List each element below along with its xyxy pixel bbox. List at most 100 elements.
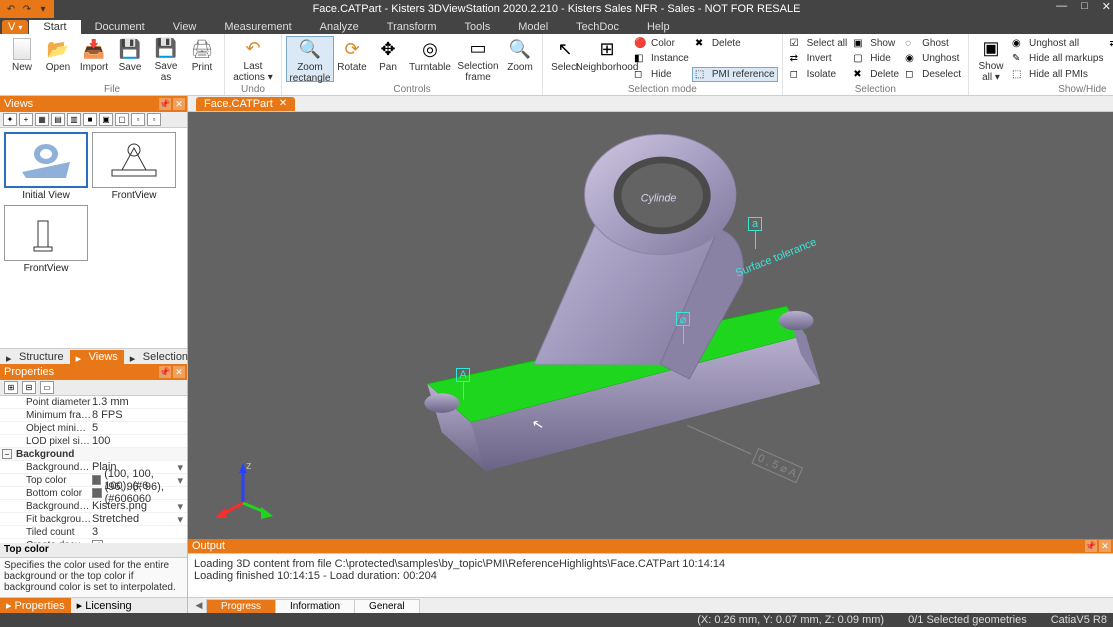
ribbon-tab-techdoc[interactable]: TechDoc [562,20,633,34]
invert-sel[interactable]: ⇄Invert [787,51,851,66]
pmi-flag[interactable]: A [456,368,470,400]
select-button[interactable]: ↖Select [547,36,583,82]
pin-icon[interactable]: 📌 [159,366,171,378]
show-all-button[interactable]: ▣Show all ▾ [973,36,1009,82]
unghost-all[interactable]: ◉Unghost all [1009,36,1106,51]
views-tbtn[interactable]: ▣ [99,113,113,126]
pmi-flag[interactable]: a [748,217,762,249]
view-thumb[interactable]: FrontView [4,205,88,274]
rotate-button[interactable]: ⟳Rotate [334,36,370,82]
deselect[interactable]: ◻Deselect [902,67,964,82]
ribbon-tab-tools[interactable]: Tools [451,20,505,34]
property-row[interactable]: −Background [0,448,187,461]
view-thumb[interactable]: FrontView [92,132,176,201]
qat-more-icon[interactable]: ▾ [36,2,50,16]
bottom-tab-properties[interactable]: ▸ Properties [0,598,71,613]
selection-frame-button[interactable]: ▭Selection frame [454,36,502,82]
scroll-left-icon[interactable]: ◀ [192,600,206,611]
properties-panel-header[interactable]: Properties 📌✕ [0,364,187,380]
hide-all-pmis[interactable]: ⬚Hide all PMIs [1009,67,1106,82]
ghost[interactable]: ◌Ghost [902,36,964,51]
ribbon-tab-model[interactable]: Model [504,20,562,34]
pin-icon[interactable]: 📌 [1085,540,1097,552]
property-row[interactable]: Background i…Kisters.png▾ [0,500,187,513]
hide-all-markups[interactable]: ✎Hide all markups [1009,51,1106,66]
maximize-button[interactable]: □ [1081,0,1088,13]
minimize-button[interactable]: — [1056,0,1067,13]
property-row[interactable]: Object minimum …5 [0,422,187,435]
import-button[interactable]: 📥Import [76,36,112,82]
views-tbtn[interactable]: ▫ [131,113,145,126]
property-row[interactable]: Fit backgrou…Stretched▾ [0,513,187,526]
close-icon[interactable]: ✕ [279,98,287,109]
output-tab-general[interactable]: General [354,599,420,613]
close-panel-icon[interactable]: ✕ [173,98,185,110]
delete-sel[interactable]: ✖Delete [850,67,902,82]
select-all[interactable]: ☑Select all [787,36,851,51]
ribbon-tab-start[interactable]: Start [29,20,80,34]
hide-mode[interactable]: ◻Hide [631,67,692,82]
redo-icon[interactable]: ↷ [20,2,34,16]
prop-tool[interactable]: ⊟ [22,381,36,394]
open-button[interactable]: 📂Open [40,36,76,82]
ribbon-tab-document[interactable]: Document [81,20,159,34]
pan-button[interactable]: ✥Pan [370,36,406,82]
close-panel-icon[interactable]: ✕ [173,366,185,378]
prop-tool[interactable]: ▭ [40,381,54,394]
3d-viewport[interactable]: Cylinde a Surface tolerance ⌀ A 0 , 5 ⌀ … [188,112,1113,539]
views-tbtn[interactable]: ▫ [147,113,161,126]
views-tbtn[interactable]: ▥ [67,113,81,126]
pmi-reference-mode[interactable]: ⬚PMI reference [692,67,778,82]
saveas-button[interactable]: 💾Save as [148,36,184,82]
views-tbtn[interactable]: + [19,113,33,126]
views-panel-header[interactable]: Views 📌✕ [0,96,187,112]
hide[interactable]: ▢Hide [850,51,902,66]
property-row[interactable]: Bottom color(96, 96, 96), (#606060 [0,487,187,500]
zoom-rectangle-button[interactable]: 🔍Zoom rectangle [286,36,334,82]
left-tab-structure[interactable]: ▸Structure [0,350,70,364]
color-mode[interactable]: 🔴Color [631,36,692,51]
unghost[interactable]: ◉Unghost [902,51,964,66]
isolate[interactable]: ◻Isolate [787,67,851,82]
show[interactable]: ▣Show [850,36,902,51]
app-menu-button[interactable]: V [2,20,28,34]
property-row[interactable]: Point diameter1.3 mm [0,396,187,409]
pin-icon[interactable]: 📌 [159,98,171,110]
save-button[interactable]: 💾Save [112,36,148,82]
views-tbtn[interactable]: ▢ [115,113,129,126]
output-panel-header[interactable]: Output 📌✕ [188,539,1113,553]
ribbon-tab-view[interactable]: View [159,20,211,34]
undo-icon[interactable]: ↶ [4,2,18,16]
ribbon-tab-help[interactable]: Help [633,20,684,34]
output-tab-information[interactable]: Information [275,599,355,613]
last-actions-button[interactable]: ↶Last actions ▾ [229,36,277,82]
ribbon-tab-transform[interactable]: Transform [373,20,451,34]
delete-mode[interactable]: ✖Delete [692,36,778,51]
instance-mode[interactable]: ◧Instance [631,51,692,66]
property-row[interactable]: Tiled count3 [0,526,187,539]
close-button[interactable]: ✕ [1102,0,1111,13]
properties-grid[interactable]: Point diameter1.3 mmMinimum frame r…8 FP… [0,396,187,543]
print-button[interactable]: 🖨Print [184,36,220,82]
document-tab[interactable]: Face.CATPart ✕ [196,97,295,111]
neighborhood-button[interactable]: ⊞Neighborhood [583,36,631,82]
bottom-tab-licensing[interactable]: ▸ Licensing [71,598,138,613]
output-tab-progress[interactable]: Progress [206,599,276,613]
new-button[interactable]: New [4,36,40,82]
left-tab-views[interactable]: ▸Views [70,350,124,364]
property-row[interactable]: LOD pixel size thre…100 [0,435,187,448]
ribbon-tab-measurement[interactable]: Measurement [210,20,305,34]
view-thumb[interactable]: Initial View [4,132,88,201]
views-tbtn[interactable]: ✦ [3,113,17,126]
views-tbtn[interactable]: ▦ [35,113,49,126]
property-row[interactable]: Minimum frame r…8 FPS [0,409,187,422]
invert-visibility[interactable]: ⇄Invert visibility [1107,36,1113,51]
pmi-flag[interactable]: ⌀ [676,312,690,344]
views-tbtn[interactable]: ■ [83,113,97,126]
axis-triad[interactable]: z [213,461,273,521]
turntable-button[interactable]: ◎Turntable [406,36,454,82]
ribbon-tab-analyze[interactable]: Analyze [306,20,373,34]
prop-tool[interactable]: ⊞ [4,381,18,394]
output-body[interactable]: Loading 3D content from file C:\protecte… [188,553,1113,597]
property-row[interactable]: Create docum…✓ [0,539,187,543]
